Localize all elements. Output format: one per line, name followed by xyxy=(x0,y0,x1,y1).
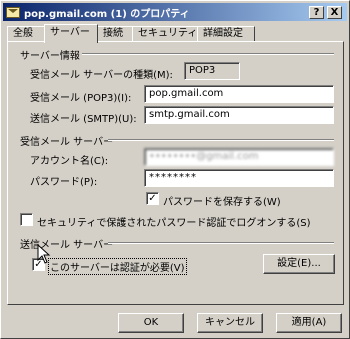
properties-dialog: pop.gmail.com (1) のプロパティ ? X 全般 サーバー 接続 … xyxy=(0,0,350,339)
spa-logon-checkbox[interactable] xyxy=(20,213,33,226)
remember-password-label[interactable]: パスワードを保存する(W) xyxy=(163,193,281,208)
servers-panel: サーバー情報 受信メール サーバーの種類(M): POP3 受信メール (POP… xyxy=(7,41,344,305)
account-name-input[interactable]: ••••••••@gmail.com xyxy=(144,148,334,166)
apply-button[interactable]: 適用(A) xyxy=(276,313,342,333)
incoming-type-value: POP3 xyxy=(184,62,240,80)
tab-advanced[interactable]: 詳細設定 xyxy=(197,26,255,42)
incoming-section-heading: 受信メール サーバー xyxy=(20,137,114,148)
title-bar: pop.gmail.com (1) のプロパティ ? X xyxy=(3,3,347,21)
outgoing-section-heading: 送信メール サーバー xyxy=(20,240,114,251)
envelope-icon xyxy=(6,6,20,18)
spa-logon-label[interactable]: セキュリティで保護されたパスワード認証でログオンする(S) xyxy=(37,214,311,229)
server-info-heading: サーバー情報 xyxy=(20,51,80,62)
incoming-server-input[interactable]: pop.gmail.com xyxy=(144,85,334,103)
close-button[interactable]: X xyxy=(327,6,342,19)
tab-servers[interactable]: サーバー xyxy=(44,24,98,43)
auth-required-label[interactable]: このサーバーは認証が必要(V) xyxy=(48,258,187,275)
window-title: pop.gmail.com (1) のプロパティ xyxy=(24,8,190,20)
outgoing-server-label: 送信メール (SMTP)(U): xyxy=(30,114,137,125)
tab-connection[interactable]: 接続 xyxy=(97,26,133,42)
outgoing-server-input[interactable]: smtp.gmail.com xyxy=(144,106,334,124)
divider xyxy=(108,139,334,141)
help-button[interactable]: ? xyxy=(309,6,324,19)
incoming-server-label: 受信メール (POP3)(I): xyxy=(30,93,132,104)
ok-button[interactable]: OK xyxy=(118,313,184,333)
account-name-label: アカウント名(C): xyxy=(30,156,109,167)
remember-password-checkbox[interactable]: ✓ xyxy=(146,192,159,205)
divider xyxy=(108,242,334,244)
tab-general[interactable]: 全般 xyxy=(7,26,47,42)
tab-security[interactable]: セキュリティ xyxy=(132,26,198,42)
outgoing-settings-button[interactable]: 設定(E)... xyxy=(263,254,335,274)
cancel-button[interactable]: キャンセル xyxy=(197,313,263,333)
divider xyxy=(82,53,334,55)
password-label: パスワード(P): xyxy=(30,177,98,188)
incoming-type-label: 受信メール サーバーの種類(M): xyxy=(30,70,173,81)
mouse-pointer-icon xyxy=(37,244,51,264)
password-input[interactable]: ******** xyxy=(144,169,334,187)
